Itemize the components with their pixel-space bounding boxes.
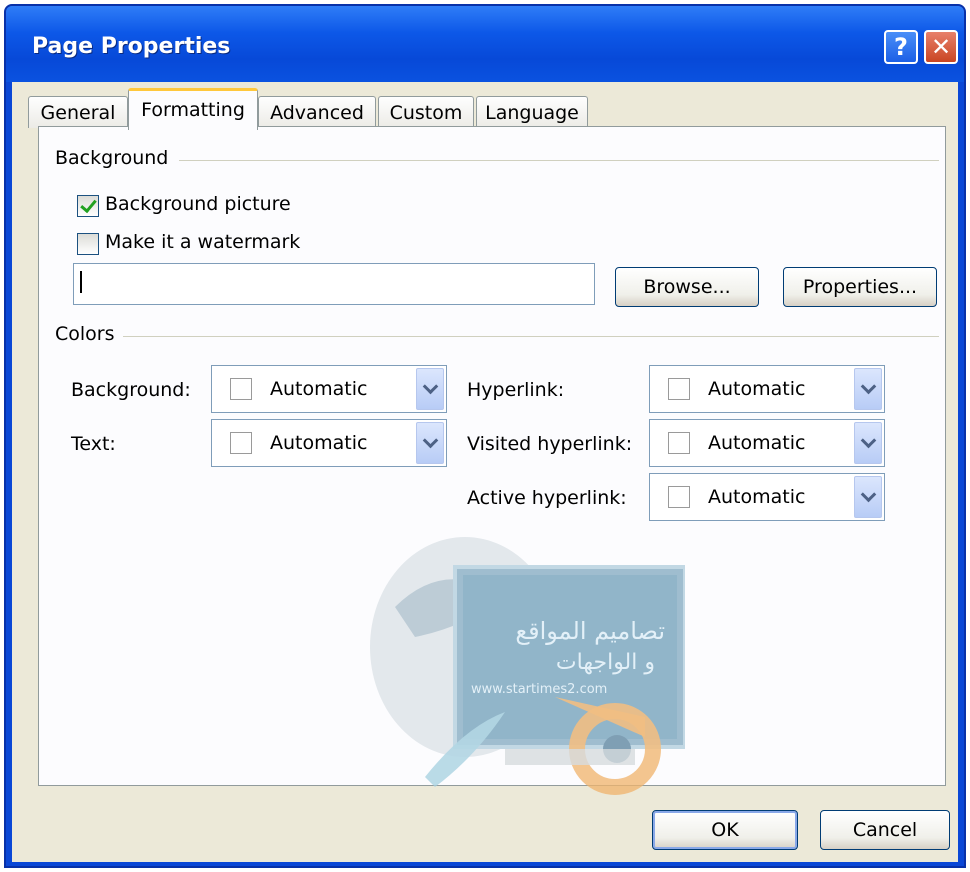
- close-button[interactable]: ✕: [924, 30, 958, 64]
- dialog-body: General Formatting Advanced Custom Langu…: [12, 82, 958, 862]
- color-swatch: [668, 432, 690, 454]
- dropdown-arrow-icon[interactable]: [854, 422, 882, 464]
- active-hyperlink-color-value: Automatic: [708, 486, 806, 508]
- browse-button[interactable]: Browse...: [615, 267, 759, 307]
- tab-general[interactable]: General: [28, 96, 128, 128]
- color-swatch: [668, 378, 690, 400]
- hyperlink-color-label: Hyperlink:: [467, 379, 565, 401]
- cancel-button[interactable]: Cancel: [820, 810, 950, 850]
- dropdown-arrow-icon[interactable]: [854, 476, 882, 518]
- background-group-divider: [179, 160, 939, 161]
- dropdown-arrow-icon[interactable]: [416, 422, 444, 464]
- ok-button[interactable]: OK: [652, 810, 798, 850]
- visited-hyperlink-color-label: Visited hyperlink:: [467, 433, 633, 455]
- hyperlink-color-value: Automatic: [708, 378, 806, 400]
- tab-custom[interactable]: Custom: [378, 96, 474, 128]
- color-swatch: [230, 432, 252, 454]
- dropdown-arrow-icon[interactable]: [416, 368, 444, 410]
- help-button[interactable]: ?: [884, 30, 918, 64]
- colors-group-divider: [123, 336, 939, 337]
- background-picture-checkbox[interactable]: [77, 195, 99, 217]
- dropdown-arrow-icon[interactable]: [854, 368, 882, 410]
- logo-arabic-line2: و الواجهات: [556, 650, 655, 675]
- background-picture-label: Background picture: [105, 193, 291, 215]
- background-color-value: Automatic: [270, 378, 368, 400]
- background-color-label: Background:: [71, 379, 191, 401]
- visited-hyperlink-color-combo[interactable]: Automatic: [649, 419, 885, 467]
- watermark-label: Make it a watermark: [105, 231, 301, 253]
- background-picture-path-input[interactable]: [73, 263, 595, 305]
- question-icon: ?: [894, 33, 908, 61]
- tab-language[interactable]: Language: [476, 96, 588, 128]
- formatting-panel: Background Background picture Make it a …: [38, 126, 946, 795]
- hyperlink-color-combo[interactable]: Automatic: [649, 365, 885, 413]
- tab-advanced[interactable]: Advanced: [258, 96, 376, 128]
- watermark-checkbox[interactable]: [77, 233, 99, 255]
- title-bar[interactable]: Page Properties ? ✕: [6, 6, 964, 82]
- logo-arabic-line1: تصاميم المواقع: [515, 617, 665, 645]
- visited-hyperlink-color-value: Automatic: [708, 432, 806, 454]
- text-caret: [80, 271, 82, 293]
- site-watermark-logo: تصاميم المواقع و الواجهات www.startimes2…: [370, 537, 685, 795]
- tab-formatting[interactable]: Formatting: [128, 88, 258, 130]
- logo-url: www.startimes2.com: [471, 682, 607, 697]
- background-group-label: Background: [55, 147, 175, 169]
- background-color-combo[interactable]: Automatic: [211, 365, 447, 413]
- text-color-value: Automatic: [270, 432, 368, 454]
- text-color-label: Text:: [71, 433, 116, 455]
- page-properties-dialog: Page Properties ? ✕ General Formatting A…: [4, 4, 966, 868]
- text-color-combo[interactable]: Automatic: [211, 419, 447, 467]
- color-swatch: [230, 378, 252, 400]
- colors-group-label: Colors: [55, 323, 121, 345]
- close-icon: ✕: [930, 33, 952, 61]
- dialog-title: Page Properties: [32, 34, 231, 59]
- properties-button[interactable]: Properties...: [783, 267, 937, 307]
